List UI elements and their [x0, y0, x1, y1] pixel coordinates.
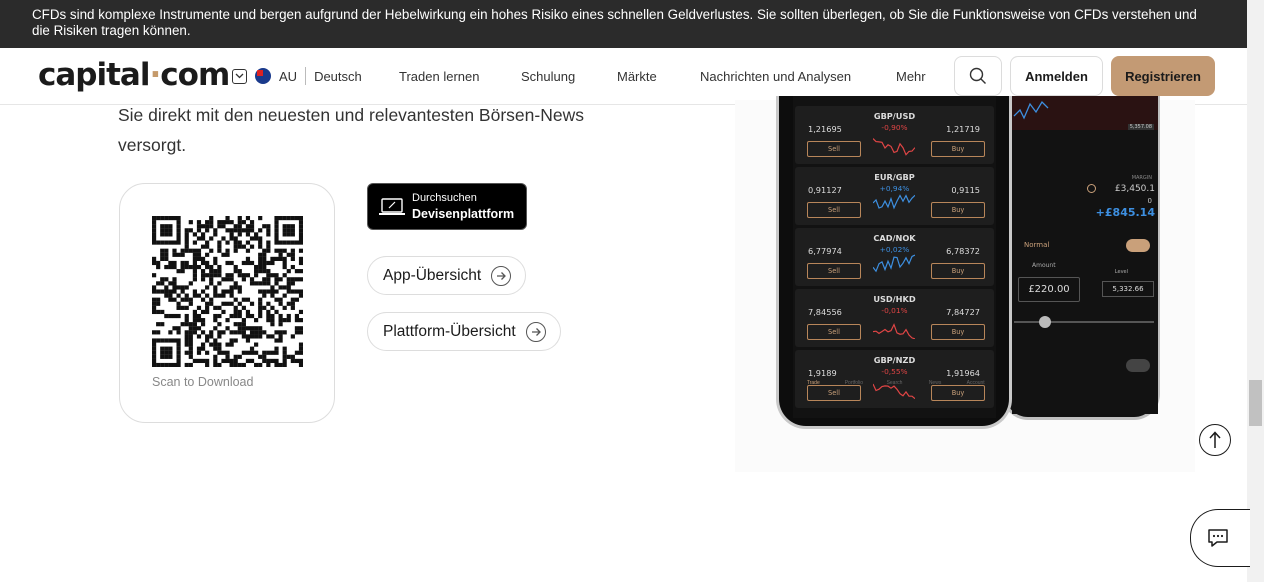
- scrollbar-thumb[interactable]: [1249, 380, 1262, 426]
- qr-code: [152, 216, 303, 367]
- buy-button[interactable]: Buy: [931, 263, 985, 279]
- store-button-big-text: Devisenplattform: [412, 207, 515, 221]
- chat-icon: [1207, 529, 1228, 547]
- search-button[interactable]: [954, 56, 1002, 96]
- capital-com-logo[interactable]: capital·com: [38, 57, 230, 93]
- phone-mockup-back: 5,357.08 MARGIN £3,450.1 0 +£845.14 Norm…: [1002, 96, 1160, 420]
- chat-button[interactable]: [1190, 509, 1250, 567]
- risk-warning-text: CFDs sind komplexe Instrumente und berge…: [32, 7, 1197, 38]
- sparkline: [873, 323, 915, 339]
- app-overview-link[interactable]: App-Übersicht: [367, 256, 527, 295]
- page-scrollbar[interactable]: [1247, 0, 1264, 582]
- currency-pair: CAD/NOK: [873, 233, 916, 243]
- currency-pair: GBP/NZD: [873, 355, 916, 365]
- login-button[interactable]: Anmelden: [1010, 56, 1103, 96]
- scroll-to-top-button[interactable]: [1199, 424, 1231, 456]
- amount-slider[interactable]: [1014, 321, 1154, 323]
- logo-dot: ·: [149, 57, 161, 93]
- browse-fx-platform-button[interactable]: Durchsuchen Devisenplattform: [367, 183, 527, 230]
- tab-portfolio[interactable]: Portfolio: [839, 380, 869, 410]
- region-language-selector[interactable]: AU Deutsch: [232, 67, 362, 85]
- nav-schulung[interactable]: Schulung: [521, 69, 575, 84]
- margin-label: MARGIN: [1131, 175, 1152, 181]
- search-icon: [969, 67, 986, 84]
- arrow-up-icon: [1209, 431, 1221, 448]
- buy-price: 1,91964: [946, 368, 980, 378]
- nav-mehr[interactable]: Mehr: [896, 69, 926, 84]
- quote-row[interactable]: GBP/USD -0,90% 1,21695 1,21719 Sell Buy: [795, 106, 994, 164]
- store-button-small-text: Durchsuchen: [412, 192, 477, 204]
- tab-trade[interactable]: Trade: [798, 380, 828, 410]
- australia-flag-icon: [255, 68, 271, 84]
- sell-button[interactable]: Sell: [807, 263, 861, 279]
- phone-tab-bar: Trade Portfolio Search News Account: [793, 380, 996, 410]
- arrow-right-icon: [491, 265, 512, 286]
- sell-price: 0,91127: [808, 185, 842, 195]
- toggle-switch-on[interactable]: [1126, 239, 1150, 252]
- language-label[interactable]: Deutsch: [314, 69, 362, 84]
- intro-text: Sie direkt mit den neuesten und relevant…: [118, 105, 584, 155]
- sparkline: [873, 194, 915, 210]
- currency-pair: GBP/USD: [873, 111, 916, 121]
- qr-download-card: Scan to Download: [119, 183, 335, 423]
- tab-account[interactable]: Account: [961, 380, 991, 410]
- tab-search[interactable]: Search: [879, 380, 909, 410]
- logo-text-right: com: [160, 57, 230, 93]
- sell-price: 7,84556: [808, 307, 842, 317]
- logo-text-left: capital: [38, 57, 150, 93]
- amount-input[interactable]: £220.00: [1018, 277, 1080, 302]
- risk-warning-banner: CFDs sind komplexe Instrumente und berge…: [0, 0, 1247, 48]
- level-input[interactable]: 5,332.66: [1102, 281, 1154, 297]
- amount-label: Amount: [1032, 262, 1056, 269]
- level-label: Level: [1114, 269, 1128, 275]
- qr-caption: Scan to Download: [152, 375, 254, 389]
- quote-row[interactable]: USD/HKD -0,01% 7,84556 7,84727 Sell Buy: [795, 289, 994, 347]
- tab-news[interactable]: News: [920, 380, 950, 410]
- arrow-right-icon: [525, 321, 546, 342]
- sparkline: [873, 138, 915, 156]
- sell-price: 6,77974: [808, 246, 842, 256]
- margin-value: £3,450.1: [1114, 184, 1155, 194]
- buy-price: 6,78372: [946, 246, 980, 256]
- sell-price: 1,9189: [808, 368, 837, 378]
- register-button[interactable]: Registrieren: [1111, 56, 1215, 96]
- buy-button[interactable]: Buy: [931, 324, 985, 340]
- buy-price: 1,21719: [946, 124, 980, 134]
- back-price-tag: 5,357.08: [1127, 124, 1154, 130]
- buy-button[interactable]: Buy: [931, 141, 985, 157]
- divider: [305, 67, 307, 85]
- warning-icon: [1087, 184, 1096, 193]
- toggle-switch-off[interactable]: [1126, 359, 1150, 372]
- platform-overview-link[interactable]: Plattform-Übersicht: [367, 312, 561, 351]
- quote-row[interactable]: EUR/GBP +0,94% 0,91127 0,9115 Sell Buy: [795, 167, 994, 225]
- currency-pair: USD/HKD: [873, 294, 916, 304]
- app-overview-label: App-Übersicht: [383, 266, 482, 284]
- amount-slider-handle[interactable]: [1039, 316, 1051, 328]
- nav-nachrichten-analysen[interactable]: Nachrichten und Analysen: [700, 69, 851, 84]
- platform-overview-label: Plattform-Übersicht: [383, 322, 516, 340]
- laptop-icon: [379, 198, 405, 215]
- sell-button[interactable]: Sell: [807, 202, 861, 218]
- sell-button[interactable]: Sell: [807, 324, 861, 340]
- nav-maerkte[interactable]: Märkte: [617, 69, 657, 84]
- currency-pair: EUR/GBP: [874, 172, 915, 182]
- back-zero: 0: [1147, 197, 1152, 205]
- order-type: Normal: [1024, 241, 1050, 249]
- quote-row[interactable]: CAD/NOK +0,02% 6,77974 6,78372 Sell Buy: [795, 228, 994, 286]
- sell-button[interactable]: Sell: [807, 141, 861, 157]
- phone-mockup-front: GBP/USD -0,90% 1,21695 1,21719 Sell Buy EUR/GB…: [776, 96, 1012, 429]
- sell-price: 1,21695: [808, 124, 842, 134]
- buy-price: 0,9115: [951, 185, 980, 195]
- nav-traden-lernen[interactable]: Traden lernen: [399, 69, 479, 84]
- chevron-down-icon[interactable]: [232, 68, 247, 84]
- phone-front-screen: GBP/USD -0,90% 1,21695 1,21719 Sell Buy EUR/GB…: [793, 96, 996, 418]
- region-code: AU: [279, 68, 298, 84]
- page: CFDs sind komplexe Instrumente und berge…: [0, 0, 1264, 582]
- pnl-value: +£845.14: [1095, 206, 1155, 219]
- phone-back-screen: 5,357.08 MARGIN £3,450.1 0 +£845.14 Norm…: [1012, 96, 1158, 414]
- buy-button[interactable]: Buy: [931, 202, 985, 218]
- buy-price: 7,84727: [946, 307, 980, 317]
- sparkline: [873, 254, 915, 273]
